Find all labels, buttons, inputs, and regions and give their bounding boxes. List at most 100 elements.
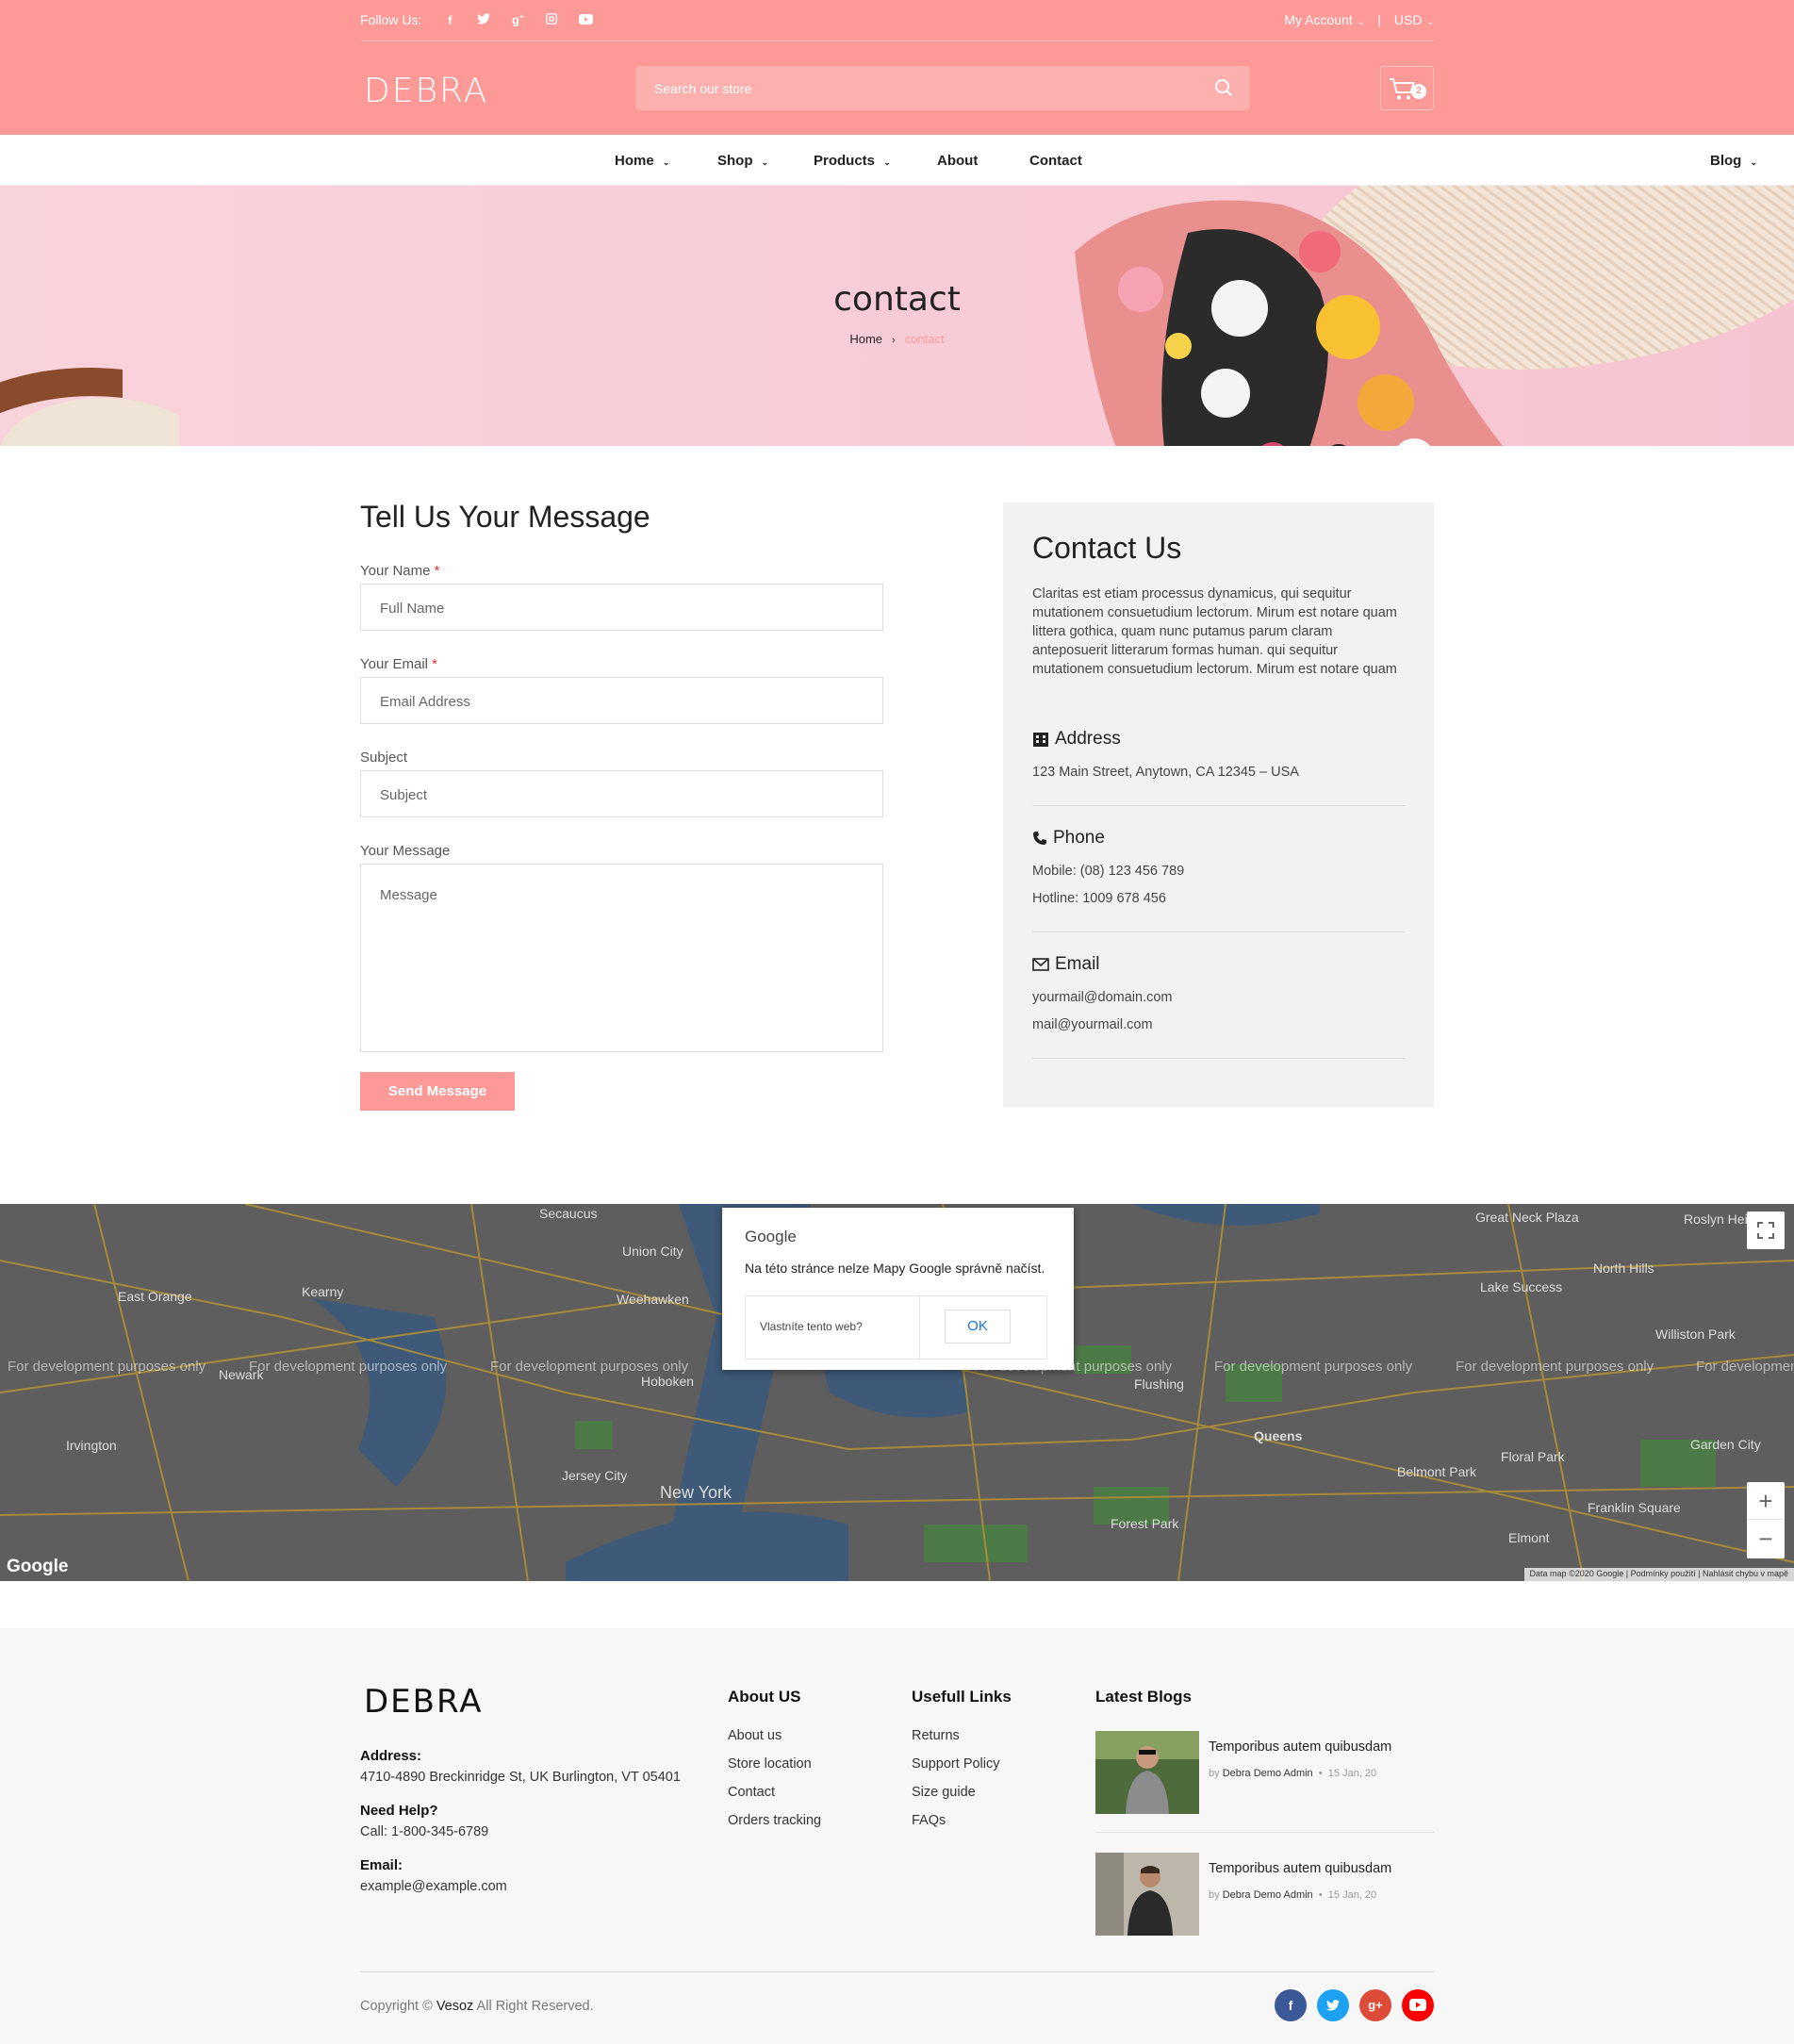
nav-item-products[interactable]: Products ⌄ (814, 153, 937, 169)
ok-button[interactable]: OK (945, 1310, 1011, 1343)
cart-count-badge: 2 (1411, 84, 1426, 99)
footer-email-label: Email: (360, 1857, 403, 1873)
contact-info-box: Contact Us Claritas est etiam processus … (1003, 503, 1434, 1107)
youtube-icon[interactable] (1402, 1989, 1434, 2021)
zoom-in-button[interactable]: + (1747, 1482, 1785, 1520)
site-header: Follow Us: f g+ My Account ⌄ | USD ⌄ DEBRA… (0, 0, 1794, 135)
instagram-icon[interactable] (543, 12, 560, 27)
contact-description: Claritas est etiam processus dynamicus, … (1032, 586, 1397, 677)
footer-logo[interactable]: DEBRA (364, 1683, 484, 1721)
map-label: Hoboken (641, 1374, 695, 1389)
follow-label: Follow Us: (360, 12, 422, 27)
divider (1095, 1832, 1434, 1833)
blog-thumbnail[interactable] (1095, 1853, 1199, 1936)
copyright-brand-link[interactable]: Vesoz (436, 1999, 474, 2014)
blog-title[interactable]: Temporibus autem quibusdam (1209, 1739, 1391, 1755)
chevron-right-icon: › (892, 335, 896, 346)
contact-title: Contact Us (1032, 531, 1182, 565)
footer-help-text: Call: 1-800-345-6789 (360, 1824, 489, 1839)
nav-item-blog[interactable]: Blog ⌄ (1710, 153, 1794, 169)
map-label: Garden City (1690, 1437, 1761, 1452)
footer-address-text: 4710-4890 Breckinridge St, UK Burlington… (360, 1770, 681, 1785)
currency-selector[interactable]: USD ⌄ (1394, 12, 1434, 27)
map-label: Franklin Square (1588, 1500, 1681, 1515)
facebook-icon[interactable]: f (441, 13, 458, 27)
nav-item-contact[interactable]: Contact (1029, 153, 1082, 169)
page-title: contact (833, 280, 961, 319)
useful-links-heading: Usefull Links (912, 1688, 1012, 1706)
blog-title[interactable]: Temporibus autem quibusdam (1209, 1861, 1391, 1876)
map-label: New York (660, 1483, 732, 1502)
map-attribution[interactable]: Data map ©2020 Google | Podmínky použití… (1523, 1568, 1794, 1581)
footer-link-store-location[interactable]: Store location (728, 1756, 812, 1772)
map-label: Elmont (1508, 1530, 1550, 1545)
subject-field[interactable]: Subject (360, 770, 883, 817)
blog-meta: by Debra Demo Admin • 15 Jan, 20 (1209, 1889, 1377, 1901)
name-label: Your Name * (360, 563, 440, 579)
map-label: Great Neck Plaza (1475, 1210, 1579, 1225)
youtube-icon[interactable] (577, 13, 594, 27)
map-label: East Orange (118, 1289, 192, 1304)
footer-email-text[interactable]: example@example.com (360, 1879, 507, 1894)
fullscreen-icon (1757, 1222, 1774, 1239)
footer-link-about-us[interactable]: About us (728, 1728, 782, 1743)
fullscreen-button[interactable] (1747, 1212, 1785, 1249)
map-label: Secaucus (539, 1206, 598, 1221)
map-label: Floral Park (1501, 1449, 1565, 1464)
nav-item-home[interactable]: Home ⌄ (615, 153, 717, 169)
map-label: Kearny (302, 1284, 344, 1299)
blog-thumbnail[interactable] (1095, 1731, 1199, 1814)
footer-link-orders-tracking[interactable]: Orders tracking (728, 1813, 821, 1828)
nav-item-about[interactable]: About (937, 153, 1029, 169)
site-logo[interactable]: DEBRA (364, 72, 488, 110)
form-title: Tell Us Your Message (360, 500, 650, 534)
facebook-icon[interactable]: f (1275, 1989, 1307, 2021)
phone-hotline: Hotline: 1009 678 456 (1032, 891, 1166, 906)
twitter-icon[interactable] (475, 12, 492, 27)
footer-link-size-guide[interactable]: Size guide (912, 1785, 976, 1800)
divider (919, 1296, 920, 1359)
address-text: 123 Main Street, Anytown, CA 12345 – USA (1032, 765, 1299, 780)
google-plus-icon[interactable]: g+ (1359, 1989, 1391, 2021)
send-message-button[interactable]: Send Message (360, 1072, 515, 1111)
map-label: Williston Park (1655, 1327, 1736, 1342)
map-label: Queens (1254, 1428, 1303, 1443)
footer-link-contact[interactable]: Contact (728, 1785, 775, 1800)
map-label: Belmont Park (1397, 1464, 1477, 1479)
map-error-dialog: Google Na této stránce nelze Mapy Google… (722, 1208, 1074, 1370)
own-site-link[interactable]: Vlastníte tento web? (760, 1320, 863, 1333)
dialog-brand: Google (745, 1228, 797, 1245)
page-banner: contact Home › contact (0, 186, 1794, 446)
search-icon[interactable] (1214, 78, 1233, 102)
divider (1032, 1058, 1406, 1059)
nav-item-shop[interactable]: Shop ⌄ (717, 153, 814, 169)
map-watermark: For development purposes only (1696, 1359, 1794, 1375)
bag-image (0, 368, 179, 446)
zoom-out-button[interactable]: − (1747, 1520, 1785, 1558)
site-footer: DEBRA Address: 4710-4890 Breckinridge St… (0, 1628, 1794, 2044)
my-account-link[interactable]: My Account ⌄ (1284, 12, 1364, 27)
email-2[interactable]: mail@yourmail.com (1032, 1017, 1153, 1032)
google-map[interactable]: East Orange Kearny Union City Weehawken … (0, 1204, 1794, 1581)
message-textarea[interactable]: Message (360, 864, 883, 1052)
map-watermark: For development purposes only (249, 1359, 448, 1375)
twitter-icon[interactable] (1317, 1989, 1349, 2021)
footer-link-support-policy[interactable]: Support Policy (912, 1756, 1000, 1772)
footer-address-label: Address: (360, 1748, 422, 1764)
top-right-menu: My Account ⌄ | USD ⌄ (1284, 12, 1434, 27)
footer-link-faqs[interactable]: FAQs (912, 1813, 946, 1828)
zoom-controls: + − (1747, 1482, 1785, 1558)
email-heading: Email (1032, 954, 1100, 975)
cart-button[interactable]: 2 (1380, 66, 1434, 110)
name-field[interactable]: Full Name (360, 584, 883, 631)
main-nav: Home ⌄ Shop ⌄ Products ⌄ Blog ⌄ About Co… (0, 135, 1794, 186)
map-label: Flushing (1134, 1376, 1184, 1392)
google-plus-icon[interactable]: g+ (509, 12, 526, 26)
phone-heading: Phone (1032, 828, 1105, 849)
email-1[interactable]: yourmail@domain.com (1032, 990, 1173, 1005)
footer-link-returns[interactable]: Returns (912, 1728, 960, 1743)
email-field[interactable]: Email Address (360, 677, 883, 724)
search-bar[interactable]: Search our store (635, 66, 1250, 110)
search-input[interactable]: Search our store (654, 81, 752, 96)
breadcrumb-home[interactable]: Home (849, 332, 882, 346)
